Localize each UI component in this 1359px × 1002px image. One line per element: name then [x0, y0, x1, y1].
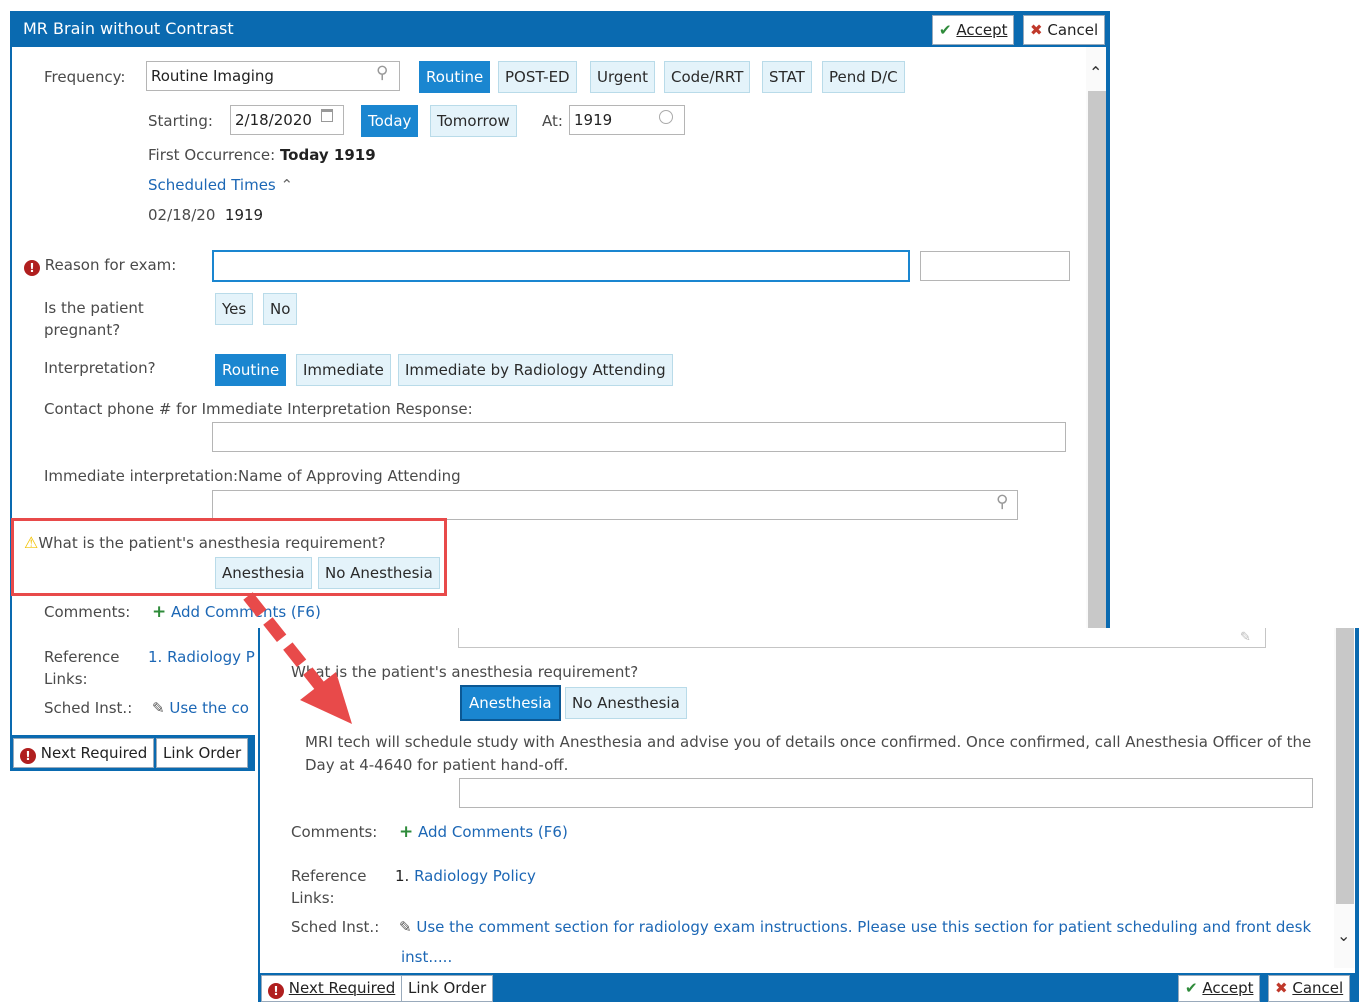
arrow-annotation	[243, 592, 352, 724]
